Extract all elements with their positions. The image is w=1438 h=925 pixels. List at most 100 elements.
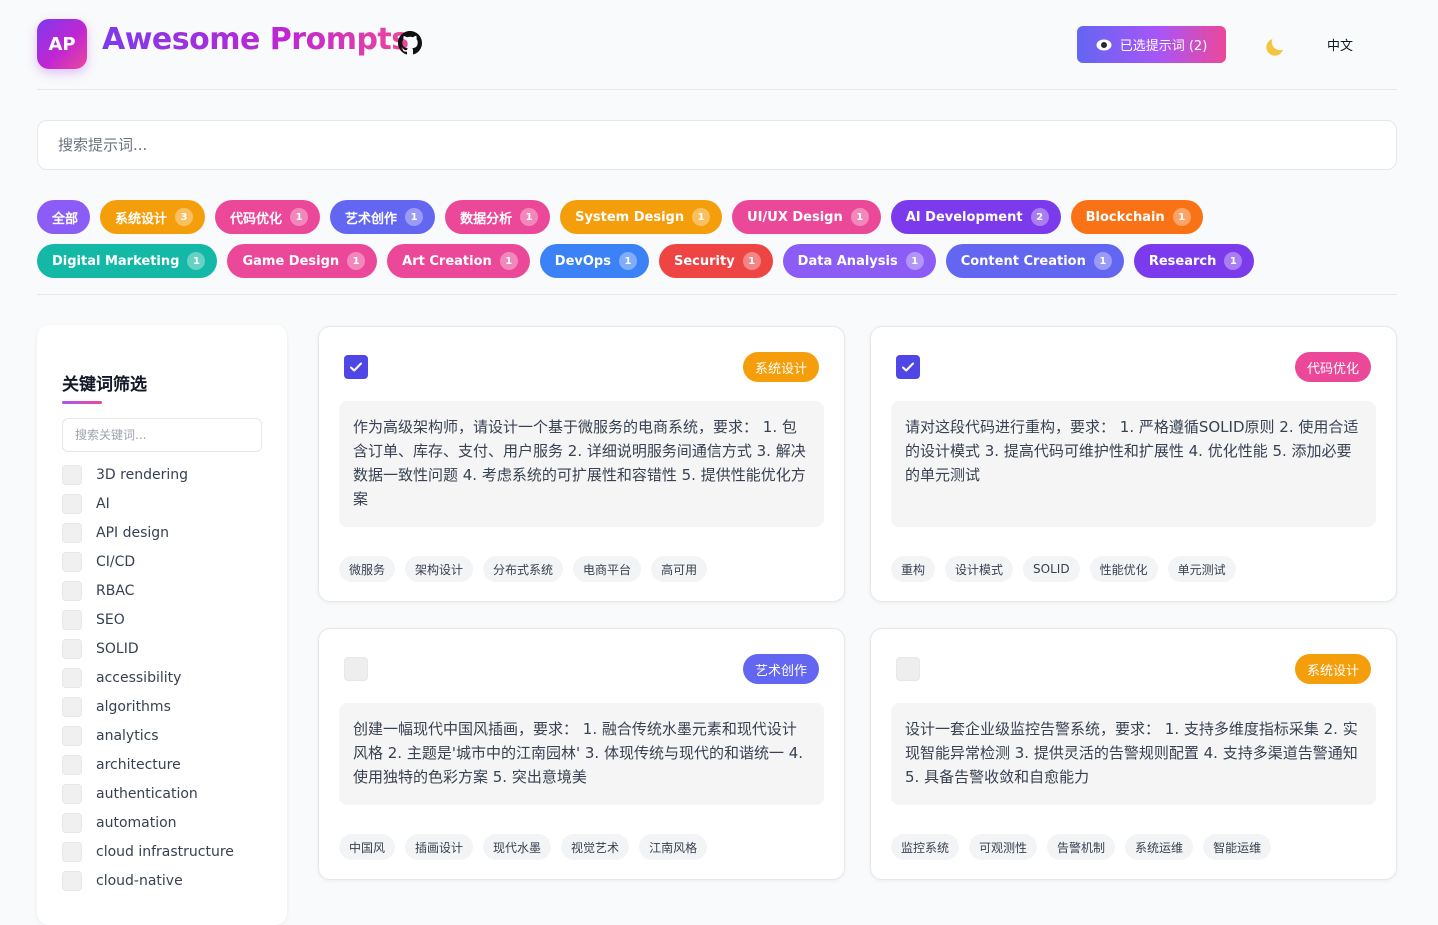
keyword-item[interactable]: SOLID xyxy=(62,634,262,663)
tag[interactable]: 重构 xyxy=(891,556,936,582)
category-chip[interactable]: DevOps 1 xyxy=(539,244,649,278)
keyword-item[interactable]: automation xyxy=(62,808,262,837)
tag[interactable]: 江南风格 xyxy=(639,834,708,860)
moon-icon[interactable] xyxy=(1263,35,1287,59)
keyword-item[interactable]: AI xyxy=(62,489,262,518)
keyword-label: SOLID xyxy=(96,640,139,657)
tag[interactable]: 微服务 xyxy=(339,556,396,582)
select-checkbox[interactable] xyxy=(896,657,920,681)
tag[interactable]: 系统运维 xyxy=(1125,834,1194,860)
selected-prompts-label: 已选提示词 (2) xyxy=(1119,39,1208,54)
category-chip[interactable]: 全部 xyxy=(37,200,91,234)
category-chip-label: 代码优化 xyxy=(230,211,283,227)
keyword-item[interactable]: cloud-native xyxy=(62,866,262,895)
prompt-card[interactable]: 系统设计 设计一套企业级监控告警系统，要求： 1. 支持多维度指标采集 2. 实现… xyxy=(870,628,1397,880)
tag[interactable]: 视觉艺术 xyxy=(561,834,630,860)
keyword-item[interactable]: RBAC xyxy=(62,576,262,605)
tag-list: 中国风 插画设计 现代水墨 视觉艺术 江南风格 xyxy=(339,834,708,860)
keyword-checkbox[interactable] xyxy=(62,493,82,514)
category-chip[interactable]: Game Design 1 xyxy=(227,244,378,278)
keyword-checkbox[interactable] xyxy=(62,551,82,572)
keyword-item[interactable]: SEO xyxy=(62,605,262,634)
search-input[interactable] xyxy=(37,120,1397,170)
category-filter: 全部 系统设计 3 代码优化 1 艺术创作 1 数据分析 1 System Design 1 UI/U… xyxy=(37,200,1397,288)
tag[interactable]: 架构设计 xyxy=(405,556,474,582)
tag-list: 监控系统 可观测性 告警机制 系统运维 智能运维 xyxy=(891,834,1272,860)
category-chip[interactable]: Data Analysis 1 xyxy=(782,244,936,278)
category-chip-label: Digital Marketing xyxy=(52,253,180,269)
category-chip[interactable]: Blockchain 1 xyxy=(1070,200,1203,234)
keyword-checkbox[interactable] xyxy=(62,870,82,891)
tag[interactable]: SOLID xyxy=(1023,556,1080,582)
category-badge[interactable]: 艺术创作 xyxy=(742,654,819,684)
keyword-item[interactable]: 3D rendering xyxy=(62,460,262,489)
category-badge[interactable]: 系统设计 xyxy=(742,352,819,382)
prompt-card[interactable]: 系统设计 作为高级架构师，请设计一个基于微服务的电商系统，要求： 1. 包含订单、… xyxy=(318,326,845,602)
tag[interactable]: 中国风 xyxy=(339,834,396,860)
divider xyxy=(37,294,1397,295)
keyword-item[interactable]: CI/CD xyxy=(62,547,262,576)
category-chip[interactable]: 艺术创作 1 xyxy=(330,200,436,234)
keyword-item[interactable]: authentication xyxy=(62,779,262,808)
keyword-checkbox[interactable] xyxy=(62,812,82,833)
title-underline xyxy=(62,401,102,404)
tag[interactable]: 智能运维 xyxy=(1203,834,1272,860)
tag[interactable]: 插画设计 xyxy=(405,834,474,860)
category-count-badge: 1 xyxy=(1224,252,1243,270)
tag[interactable]: 单元测试 xyxy=(1167,556,1236,582)
keyword-checkbox[interactable] xyxy=(62,667,82,688)
category-chip[interactable]: System Design 1 xyxy=(560,200,723,234)
select-checkbox[interactable] xyxy=(344,355,368,379)
category-chip-label: UI/UX Design xyxy=(747,209,843,225)
tag[interactable]: 性能优化 xyxy=(1089,556,1158,582)
prompt-card[interactable]: 艺术创作 创建一幅现代中国风插画，要求： 1. 融合传统水墨元素和现代设计风格 2… xyxy=(318,628,845,880)
keyword-item[interactable]: accessibility xyxy=(62,663,262,692)
prompt-card[interactable]: 代码优化 请对这段代码进行重构，要求： 1. 严格遵循SOLID原则 2. 使用合… xyxy=(870,326,1397,602)
category-chip[interactable]: 系统设计 3 xyxy=(100,200,206,234)
tag[interactable]: 监控系统 xyxy=(891,834,960,860)
tag[interactable]: 电商平台 xyxy=(573,556,642,582)
select-checkbox[interactable] xyxy=(896,355,920,379)
github-icon[interactable] xyxy=(398,31,422,55)
keyword-checkbox[interactable] xyxy=(62,522,82,543)
tag[interactable]: 高可用 xyxy=(651,556,708,582)
tag[interactable]: 现代水墨 xyxy=(483,834,552,860)
keyword-item[interactable]: analytics xyxy=(62,721,262,750)
keyword-item[interactable]: architecture xyxy=(62,750,262,779)
category-chip[interactable]: AI Development 2 xyxy=(890,200,1061,234)
category-chip[interactable]: Security 1 xyxy=(658,244,773,278)
category-chip[interactable]: 数据分析 1 xyxy=(445,200,551,234)
category-chip[interactable]: Content Creation 1 xyxy=(945,244,1124,278)
keyword-search-input[interactable] xyxy=(62,418,262,452)
keyword-checkbox[interactable] xyxy=(62,580,82,601)
category-badge[interactable]: 系统设计 xyxy=(1294,654,1371,684)
keyword-label: cloud-native xyxy=(96,872,183,889)
keyword-checkbox[interactable] xyxy=(62,638,82,659)
tag[interactable]: 分布式系统 xyxy=(483,556,564,582)
selected-prompts-button[interactable]: 已选提示词 (2) xyxy=(1077,26,1226,63)
keyword-item[interactable]: algorithms xyxy=(62,692,262,721)
category-count-badge: 1 xyxy=(347,252,366,270)
keyword-checkbox[interactable] xyxy=(62,464,82,485)
category-chip[interactable]: 代码优化 1 xyxy=(215,200,321,234)
tag[interactable]: 设计模式 xyxy=(945,556,1014,582)
select-checkbox[interactable] xyxy=(344,657,368,681)
category-chip[interactable]: Research 1 xyxy=(1133,244,1255,278)
category-chip-label: Blockchain xyxy=(1085,209,1165,225)
keyword-checkbox[interactable] xyxy=(62,754,82,775)
category-chip[interactable]: UI/UX Design 1 xyxy=(732,200,881,234)
language-toggle[interactable]: 中文 xyxy=(1327,35,1353,54)
category-chip[interactable]: Digital Marketing 1 xyxy=(37,244,218,278)
keyword-checkbox[interactable] xyxy=(62,696,82,717)
category-chip[interactable]: Art Creation 1 xyxy=(387,244,530,278)
logo-badge[interactable]: AP xyxy=(37,19,87,69)
category-badge[interactable]: 代码优化 xyxy=(1294,352,1371,382)
keyword-checkbox[interactable] xyxy=(62,783,82,804)
keyword-checkbox[interactable] xyxy=(62,725,82,746)
tag[interactable]: 告警机制 xyxy=(1047,834,1116,860)
keyword-item[interactable]: cloud infrastructure xyxy=(62,837,262,866)
keyword-checkbox[interactable] xyxy=(62,609,82,630)
tag[interactable]: 可观测性 xyxy=(969,834,1038,860)
keyword-item[interactable]: API design xyxy=(62,518,262,547)
keyword-checkbox[interactable] xyxy=(62,841,82,862)
